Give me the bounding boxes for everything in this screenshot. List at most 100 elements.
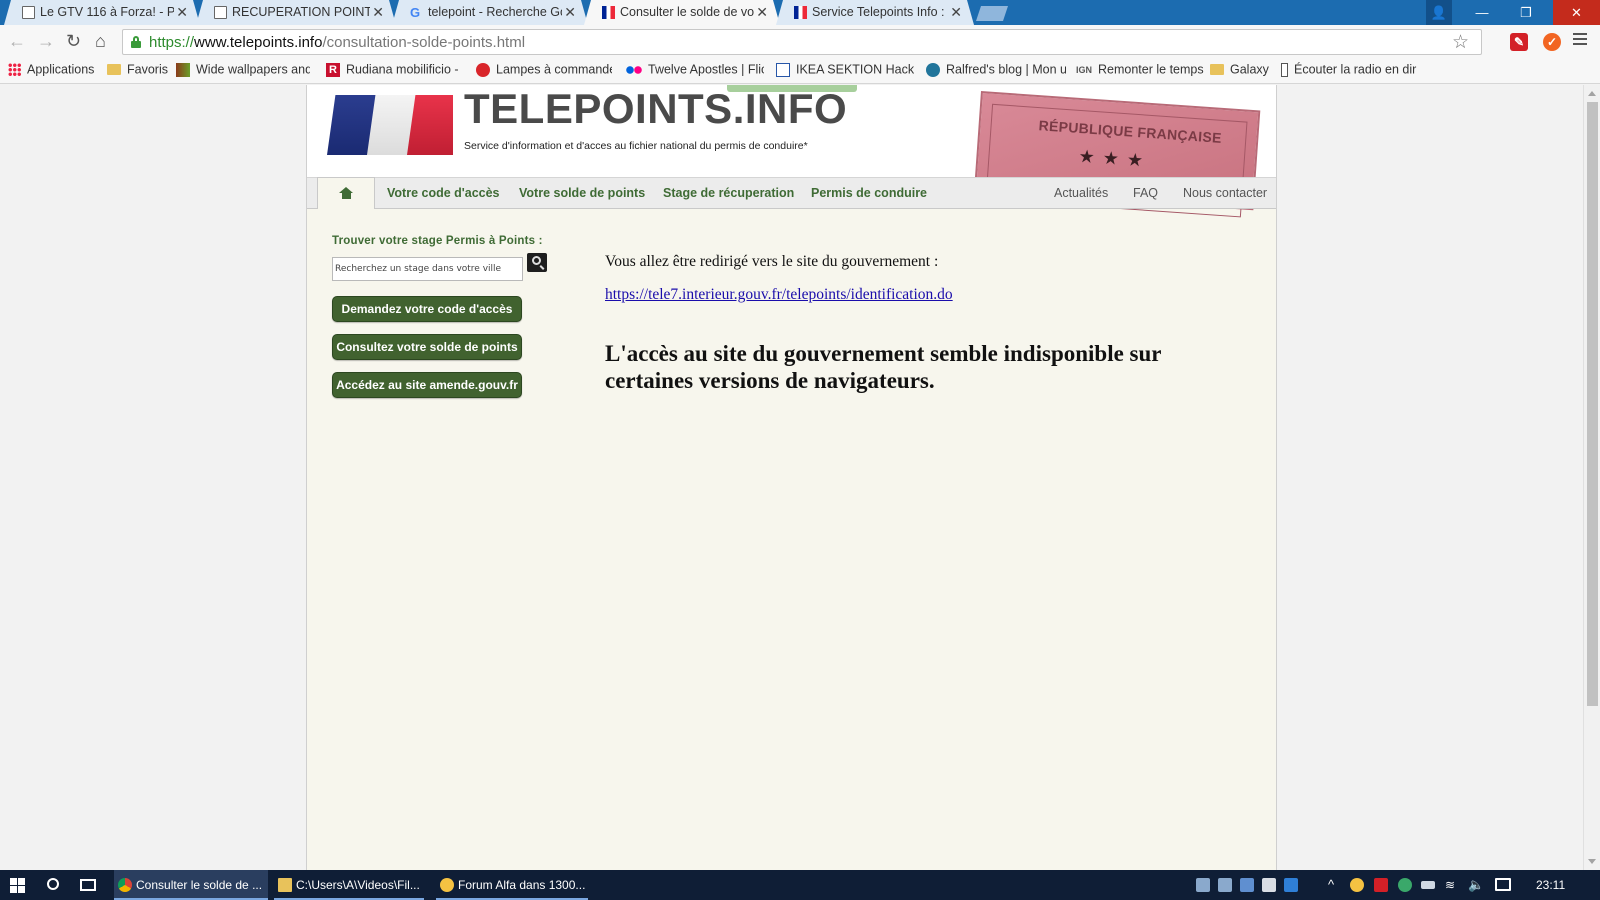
restore-button[interactable]: ❐ — [1512, 0, 1540, 25]
tray-recycle-icon[interactable] — [1240, 878, 1254, 892]
bookmark-item[interactable]: Favoris — [107, 62, 168, 80]
bookmark-label: IKEA SEKTION Hack: P — [796, 62, 914, 77]
scroll-down-arrow-icon[interactable] — [1588, 859, 1596, 864]
nav-link-faq[interactable]: FAQ — [1133, 186, 1158, 200]
forum-icon — [440, 878, 454, 892]
browser-tab-active[interactable]: Consulter le solde de vos ✕ — [584, 0, 780, 25]
check-points-balance-button[interactable]: Consultez votre solde de points — [332, 334, 522, 360]
tray-printer-icon[interactable] — [1218, 878, 1232, 892]
amende-gouv-button[interactable]: Accédez au site amende.gouv.fr — [332, 372, 522, 398]
tray-sync-icon[interactable] — [1398, 878, 1412, 892]
taskbar-app-label: C:\Users\A\Videos\Fil... — [296, 878, 420, 892]
home-icon — [339, 187, 353, 199]
home-icon[interactable]: ⌂ — [95, 31, 106, 51]
action-center-icon[interactable] — [1495, 878, 1511, 891]
nav-link-solde-points[interactable]: Votre solde de points — [519, 186, 645, 200]
battery-icon[interactable] — [1421, 881, 1435, 889]
bookmark-item[interactable]: Écouter la radio en dir — [1281, 62, 1417, 80]
bookmark-item[interactable]: IGN Remonter le temps — [1076, 62, 1204, 80]
windows-start-icon[interactable] — [10, 878, 25, 893]
close-tab-icon[interactable]: ✕ — [372, 4, 384, 20]
document-icon — [22, 6, 35, 19]
ikea-hack-icon — [776, 62, 790, 77]
ign-icon: IGN — [1076, 64, 1093, 75]
browser-tab[interactable]: Service Telepoints Info : co ✕ — [776, 0, 974, 25]
tab-title: Le GTV 116 à Forza! - Pag — [40, 5, 174, 19]
close-tab-icon[interactable]: ✕ — [564, 4, 576, 20]
forward-arrow-icon[interactable]: → — [37, 31, 55, 51]
search-button[interactable] — [527, 253, 547, 272]
tab-title: Consulter le solde de vos — [620, 5, 754, 19]
bookmark-item[interactable]: R Rudiana mobilificio - — [326, 62, 462, 80]
french-flag-banner — [327, 95, 453, 155]
back-arrow-icon[interactable]: ← — [8, 31, 26, 51]
taskbar-search-icon[interactable] — [47, 878, 59, 890]
nav-link-code-acces[interactable]: Votre code d'accès — [387, 186, 500, 200]
minimize-button[interactable]: — — [1468, 0, 1496, 25]
nav-link-contact[interactable]: Nous contacter — [1183, 186, 1267, 200]
bookmark-label: Wide wallpapers and — [196, 62, 310, 77]
address-bar[interactable]: https://www.telepoints.info/consultation… — [122, 29, 1482, 55]
wordpress-icon — [926, 62, 940, 77]
nav-home-tab[interactable] — [317, 177, 375, 209]
tray-chevron-up-icon[interactable]: ^ — [1328, 876, 1334, 894]
taskbar-app-forum[interactable]: Forum Alfa dans 1300... — [436, 870, 588, 900]
browser-tab[interactable]: RECUPERATION POINTS P ✕ — [196, 0, 396, 25]
task-view-icon[interactable] — [80, 879, 96, 891]
close-tab-icon[interactable]: ✕ — [950, 4, 962, 20]
wifi-icon[interactable]: ≋ — [1445, 876, 1455, 894]
close-window-button[interactable]: ✕ — [1553, 0, 1600, 25]
bookmark-star-icon[interactable]: ☆ — [1452, 31, 1469, 54]
nav-link-stage-recuperation[interactable]: Stage de récuperation — [663, 186, 794, 200]
stage-search-input[interactable] — [332, 257, 523, 281]
taskbar-clock[interactable]: 23:11 — [1536, 878, 1565, 892]
tray-download-icon[interactable] — [1284, 878, 1298, 892]
nav-link-actualites[interactable]: Actualités — [1054, 186, 1108, 200]
taskbar-app-chrome[interactable]: Consulter le solde de ... — [114, 870, 268, 900]
tab-title: telepoint - Recherche Goo — [428, 5, 562, 19]
bookmark-item[interactable]: IKEA SEKTION Hack: P — [776, 62, 914, 80]
bookmark-item[interactable]: Wide wallpapers and — [176, 62, 310, 80]
tray-network-drive-icon[interactable] — [1196, 878, 1210, 892]
request-access-code-button[interactable]: Demandez votre code d'accès — [332, 296, 522, 322]
browser-tab[interactable]: G telepoint - Recherche Goo ✕ — [392, 0, 588, 25]
radio-icon — [1281, 62, 1288, 77]
close-tab-icon[interactable]: ✕ — [756, 4, 768, 20]
rudiana-icon: R — [326, 62, 340, 77]
browser-menu-icon[interactable] — [1573, 33, 1587, 45]
scrollbar-thumb[interactable] — [1587, 102, 1598, 706]
reload-icon[interactable]: ↻ — [66, 31, 81, 51]
government-site-link[interactable]: https://tele7.interieur.gouv.fr/telepoin… — [605, 286, 953, 304]
bookmark-item[interactable]: Twelve Apostles | Flick — [626, 62, 764, 80]
user-profile-icon[interactable]: 👤 — [1426, 0, 1452, 25]
extension-orange-icon[interactable]: ✓ — [1543, 33, 1561, 51]
page-viewport: TELEPOINTS.INFO Service d'information et… — [0, 85, 1583, 870]
file-explorer-icon — [278, 878, 292, 892]
browser-tab-strip: Le GTV 116 à Forza! - Pag ✕ RECUPERATION… — [0, 0, 1600, 25]
document-icon — [214, 6, 227, 19]
site-subtitle: Service d'information et d'acces au fich… — [464, 140, 808, 152]
nav-link-permis-conduire[interactable]: Permis de conduire — [811, 186, 927, 200]
taskbar-app-label: Consulter le solde de ... — [136, 878, 263, 892]
url-text[interactable]: https://www.telepoints.info/consultation… — [149, 34, 525, 51]
site-navbar: Votre code d'accès Votre solde de points… — [307, 177, 1276, 209]
bookmarks-bar: Applications Favoris Wide wallpapers and… — [0, 59, 1600, 84]
scroll-up-arrow-icon[interactable] — [1588, 91, 1596, 96]
new-tab-button[interactable] — [976, 6, 1008, 21]
tray-extension-icon[interactable] — [1374, 878, 1388, 892]
vertical-scrollbar[interactable] — [1583, 85, 1600, 870]
bookmark-item[interactable]: Ralfred's blog | Mon u — [926, 62, 1066, 80]
tray-document-icon[interactable] — [1262, 878, 1276, 892]
lock-icon — [131, 36, 141, 48]
site-title[interactable]: TELEPOINTS.INFO — [464, 85, 847, 133]
volume-icon[interactable]: 🔈 — [1468, 876, 1484, 894]
extension-red-icon[interactable]: ✎ — [1510, 33, 1528, 51]
browser-tab[interactable]: Le GTV 116 à Forza! - Pag ✕ — [4, 0, 200, 25]
taskbar-app-explorer[interactable]: C:\Users\A\Videos\Fil... — [274, 870, 424, 900]
bookmark-label: Twelve Apostles | Flick — [648, 62, 764, 77]
bookmark-item[interactable]: Applications — [8, 62, 94, 80]
tray-smiley-icon[interactable] — [1350, 878, 1364, 892]
bookmark-item[interactable]: Lampes à commande — [476, 62, 612, 80]
bookmark-item[interactable]: Galaxy — [1210, 62, 1269, 80]
close-tab-icon[interactable]: ✕ — [176, 4, 188, 20]
